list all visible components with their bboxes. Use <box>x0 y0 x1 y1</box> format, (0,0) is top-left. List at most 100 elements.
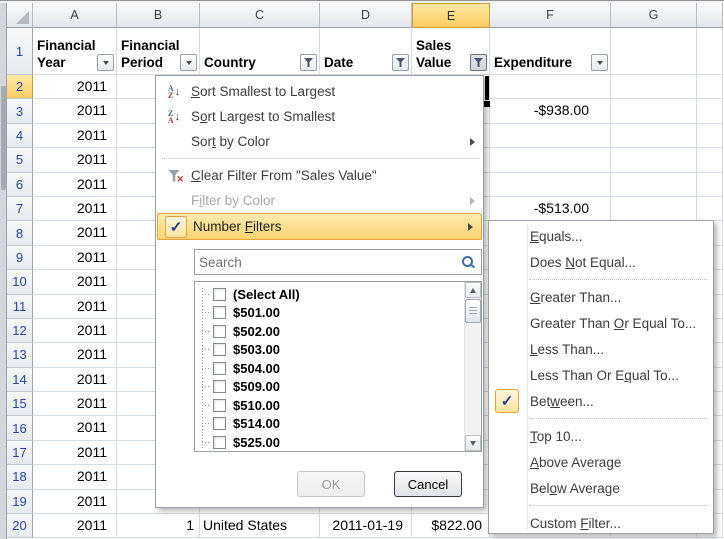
cell-A5[interactable]: 2011 <box>33 148 117 172</box>
header-cell-empty[interactable] <box>611 28 697 75</box>
header-cell-sales-value[interactable]: SalesValue <box>412 28 490 75</box>
cell-A18[interactable]: 2011 <box>33 465 117 489</box>
row-header-18[interactable]: 18 <box>7 465 33 489</box>
row-header-7[interactable]: 7 <box>7 197 33 221</box>
cell-A13[interactable]: 2011 <box>33 343 117 367</box>
cell-A14[interactable]: 2011 <box>33 368 117 392</box>
submenu-item-greater-than[interactable]: Greater Than... <box>489 284 713 310</box>
cell-A9[interactable]: 2011 <box>33 246 117 270</box>
row-header-20[interactable]: 20 <box>7 514 33 538</box>
cell-A20[interactable]: 2011 <box>33 514 117 538</box>
select-all-corner[interactable] <box>7 3 33 28</box>
filter-button-e[interactable] <box>470 54 487 71</box>
submenu-item-above-average[interactable]: Above Average <box>489 449 713 475</box>
submenu-item-below-average[interactable]: Below Average <box>489 475 713 501</box>
row-header-12[interactable]: 12 <box>7 319 33 343</box>
value-checkbox-$50300[interactable] <box>213 343 226 356</box>
submenu-item-less-than[interactable]: Less Than... <box>489 336 713 362</box>
row-header-4[interactable]: 4 <box>7 124 33 148</box>
submenu-item-less-than-or-equal-to[interactable]: Less Than Or Equal To... <box>489 362 713 388</box>
cancel-button[interactable]: Cancel <box>394 471 462 497</box>
scroll-up-button[interactable] <box>465 282 481 298</box>
cell-A3[interactable]: 2011 <box>33 99 117 123</box>
cell-partial-6[interactable] <box>697 173 723 197</box>
cell-F7[interactable]: -$513.00 <box>490 197 611 221</box>
submenu-item-greater-than-or-equal-to[interactable]: Greater Than Or Equal To... <box>489 310 713 336</box>
column-header-f[interactable]: F <box>490 3 611 28</box>
header-cell-expenditure[interactable]: Expenditure <box>490 28 611 75</box>
cell-partial-4[interactable] <box>697 124 723 148</box>
header-cell-date[interactable]: Date <box>320 28 412 75</box>
row-header-2[interactable]: 2 <box>7 75 33 99</box>
cell-F2[interactable] <box>490 75 611 99</box>
value-checkbox-$51400[interactable] <box>213 417 226 430</box>
column-header-g[interactable]: G <box>611 3 697 28</box>
cell-F6[interactable] <box>490 173 611 197</box>
row-header-15[interactable]: 15 <box>7 392 33 416</box>
menu-item-sort-smallest-to-largest[interactable]: AZ↓Sort Smallest to Largest <box>156 79 483 104</box>
row-header-13[interactable]: 13 <box>7 343 33 367</box>
cell-F3[interactable]: -$938.00 <box>490 99 611 123</box>
filter-button-c[interactable] <box>300 54 317 71</box>
filter-value-item-$51400[interactable]: $514.00 <box>195 415 464 434</box>
cell-partial-5[interactable] <box>697 148 723 172</box>
filter-value-item-$52500[interactable]: $525.00 <box>195 433 464 451</box>
column-header-a[interactable]: A <box>33 3 117 28</box>
cell-partial-7[interactable] <box>697 197 723 221</box>
cell-A16[interactable]: 2011 <box>33 416 117 440</box>
cell-G3[interactable] <box>611 99 697 123</box>
cell-F4[interactable] <box>490 124 611 148</box>
cell-A12[interactable]: 2011 <box>33 319 117 343</box>
cell-G4[interactable] <box>611 124 697 148</box>
cell-A11[interactable]: 2011 <box>33 295 117 319</box>
header-cell-financial-year[interactable]: FinancialYear <box>33 28 117 75</box>
submenu-item-equals[interactable]: Equals... <box>489 223 713 249</box>
column-header-b[interactable]: B <box>117 3 200 28</box>
column-header-e[interactable]: E <box>412 3 490 28</box>
value-checkbox-$50400[interactable] <box>213 362 226 375</box>
cell-A6[interactable]: 2011 <box>33 173 117 197</box>
value-checkbox-$50100[interactable] <box>213 306 226 319</box>
menu-item-clear-filter-from-sales-value[interactable]: ✕Clear Filter From "Sales Value" <box>156 163 483 188</box>
cell-E20[interactable]: $822.00 <box>412 514 490 538</box>
scroll-down-button[interactable] <box>465 435 481 451</box>
submenu-item-custom-filter[interactable]: Custom Filter... <box>489 510 713 536</box>
cell-D20[interactable]: 2011-01-19 <box>320 514 412 538</box>
cell-G6[interactable] <box>611 173 697 197</box>
dropdown-button-a[interactable] <box>97 54 114 71</box>
scrollbar[interactable] <box>464 282 481 451</box>
cell-partial-3[interactable] <box>697 99 723 123</box>
cell-G2[interactable] <box>611 75 697 99</box>
value-checkbox-select-all[interactable] <box>213 288 226 301</box>
cell-C20[interactable]: United States <box>200 514 320 538</box>
row-header-16[interactable]: 16 <box>7 416 33 440</box>
row-header-9[interactable]: 9 <box>7 246 33 270</box>
value-checkbox-$50200[interactable] <box>213 325 226 338</box>
header-cell-financial-period[interactable]: FinancialPeriod <box>117 28 200 75</box>
value-checkbox-$50900[interactable] <box>213 380 226 393</box>
row-header-1[interactable]: 1 <box>7 28 33 75</box>
cell-A8[interactable]: 2011 <box>33 221 117 245</box>
menu-item-sort-by-color[interactable]: Sort by Color <box>156 129 483 154</box>
cell-A15[interactable]: 2011 <box>33 392 117 416</box>
row-header-11[interactable]: 11 <box>7 295 33 319</box>
scrollbar-track[interactable] <box>465 324 481 435</box>
row-header-8[interactable]: 8 <box>7 221 33 245</box>
value-checkbox-$51000[interactable] <box>213 399 226 412</box>
filter-value-item-$50200[interactable]: $502.00 <box>195 322 464 341</box>
column-header-partial[interactable] <box>697 3 723 28</box>
search-input[interactable] <box>195 255 462 270</box>
row-header-19[interactable]: 19 <box>7 490 33 514</box>
filter-button-d[interactable] <box>392 54 409 71</box>
submenu-item-does-not-equal[interactable]: Does Not Equal... <box>489 249 713 275</box>
cell-A19[interactable]: 2011 <box>33 490 117 514</box>
fill-handle[interactable] <box>483 100 490 107</box>
submenu-item-between[interactable]: ✓Between... <box>489 388 713 414</box>
cell-A7[interactable]: 2011 <box>33 197 117 221</box>
header-cell-country[interactable]: Country <box>200 28 320 75</box>
cell-A10[interactable]: 2011 <box>33 270 117 294</box>
row-header-5[interactable]: 5 <box>7 148 33 172</box>
filter-value-item-select-all[interactable]: (Select All) <box>195 285 464 304</box>
cell-A17[interactable]: 2011 <box>33 441 117 465</box>
submenu-item-top-10[interactable]: Top 10... <box>489 423 713 449</box>
